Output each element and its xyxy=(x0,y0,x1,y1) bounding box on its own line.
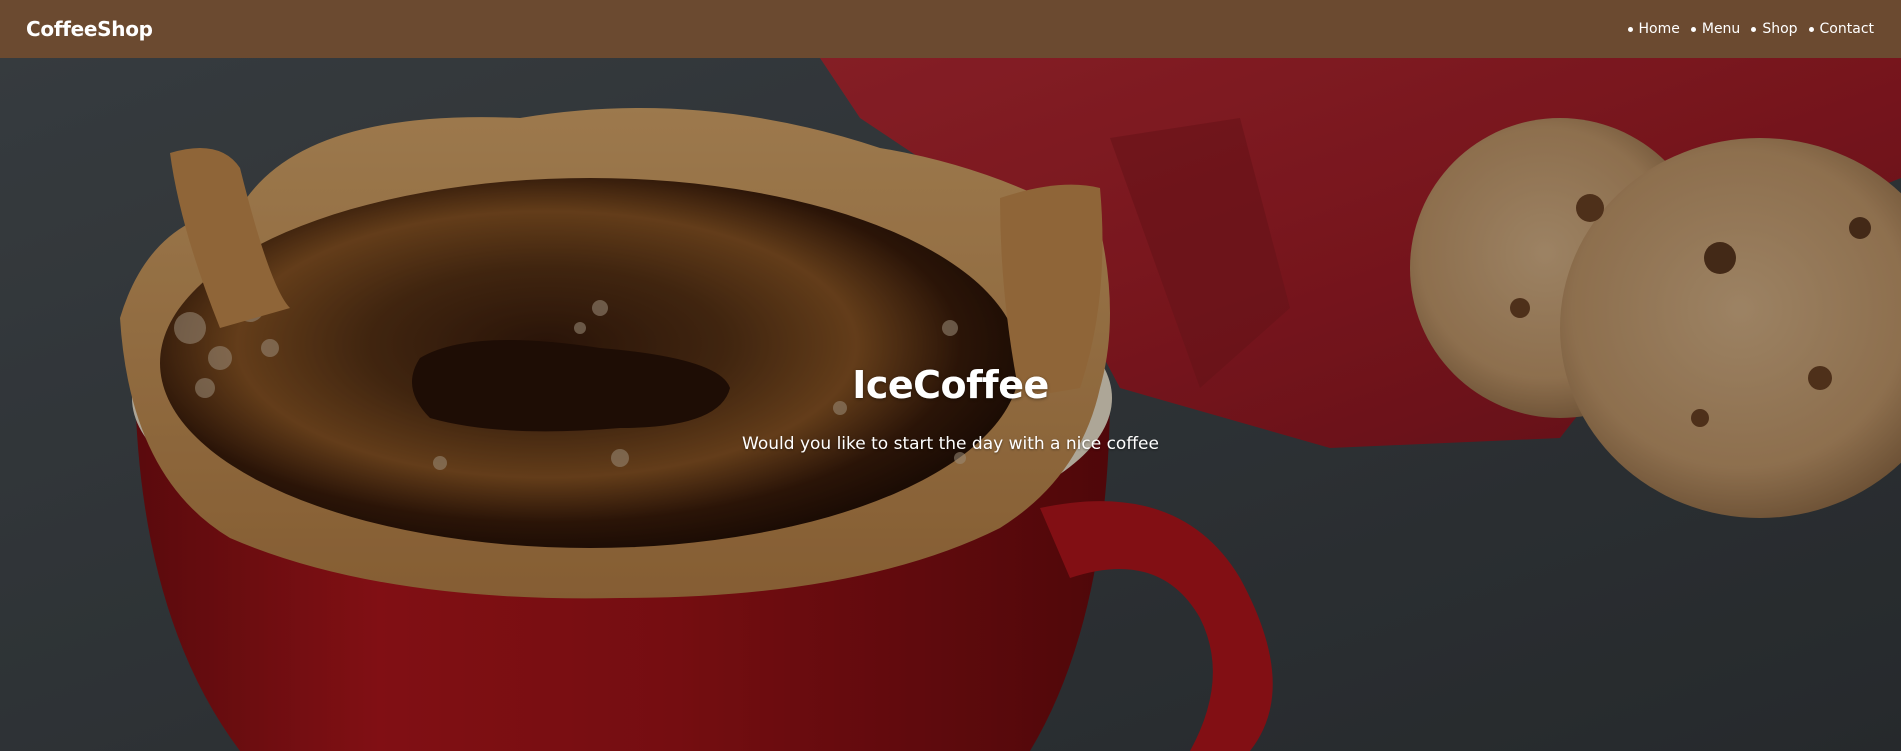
hero-section: IceCoffee Would you like to start the da… xyxy=(0,58,1901,751)
nav-item-home: Home xyxy=(1617,21,1680,37)
nav-link-shop[interactable]: Shop xyxy=(1762,21,1797,37)
nav-link-home[interactable]: Home xyxy=(1639,21,1680,37)
brand-logo[interactable]: CoffeeShop xyxy=(26,17,153,41)
hero-title: IceCoffee xyxy=(852,363,1049,407)
nav-item-shop: Shop xyxy=(1740,21,1798,37)
nav-link-menu[interactable]: Menu xyxy=(1702,21,1740,37)
nav-item-menu: Menu xyxy=(1680,21,1740,37)
nav-link-contact[interactable]: Contact xyxy=(1820,21,1874,37)
bullet-icon xyxy=(1751,26,1757,32)
nav-menu: Home Menu Shop Contact xyxy=(1617,21,1874,37)
bullet-icon xyxy=(1627,26,1633,32)
bullet-icon xyxy=(1808,26,1814,32)
navbar: CoffeeShop Home Menu Shop Contact xyxy=(0,0,1901,58)
hero-subtitle: Would you like to start the day with a n… xyxy=(742,434,1159,454)
nav-item-contact: Contact xyxy=(1798,21,1874,37)
bullet-icon xyxy=(1690,26,1696,32)
